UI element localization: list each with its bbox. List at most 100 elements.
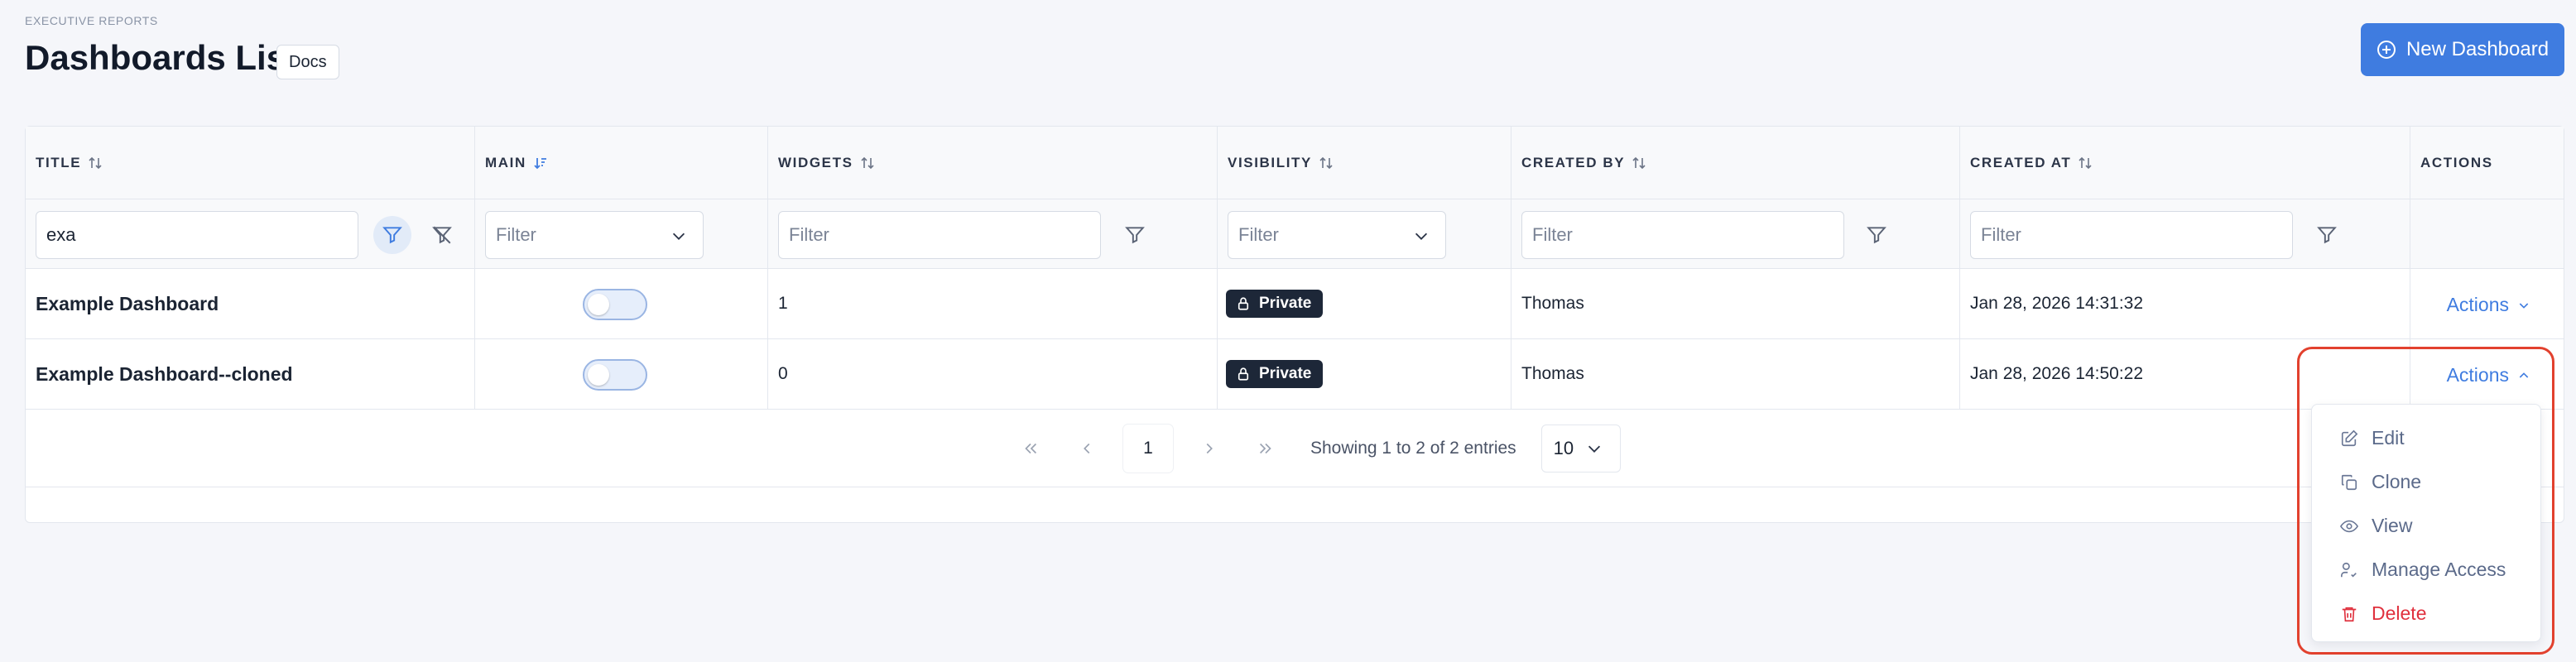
visibility-filter-select[interactable]: Filter [1228,211,1446,259]
table-row: Example Dashboard--cloned 0 Private Thom… [26,339,2564,410]
created-by-filter-button[interactable] [1858,216,1896,254]
new-dashboard-button[interactable]: New Dashboard [2361,23,2564,76]
created-at-value: Jan 28, 2026 14:50:22 [1970,364,2144,383]
main-filter-select[interactable]: Filter [485,211,704,259]
menu-item-label: Delete [2372,602,2427,624]
dashboard-title[interactable]: Example Dashboard--cloned [26,363,293,386]
menu-item-delete[interactable]: Delete [2312,592,2540,636]
created-at-filter-cell: Filter [1960,199,2410,268]
created-by-value: Thomas [1521,294,1584,313]
edit-icon [2341,429,2358,446]
chevron-down-icon [2519,302,2529,309]
created-by-filter-input[interactable]: Filter [1521,211,1844,259]
page-size-value: 10 [1553,438,1574,458]
menu-item-clone[interactable]: Clone [2312,460,2540,504]
column-header-created-by[interactable]: CREATED BY [1511,127,1960,199]
lock-icon [1238,367,1249,381]
trash-icon [2342,607,2357,621]
widgets-cell: 1 [768,269,1218,338]
visibility-label: Private [1259,295,1312,312]
created-by-filter-cell: Filter [1511,199,1960,268]
page-size-select[interactable]: 10 [1540,425,1621,473]
created-at-filter-button[interactable] [2308,216,2346,254]
table-header-row: TITLE MAIN WIDGETS VISIBILITY CREATED BY [26,127,2564,199]
copy-icon [2341,474,2357,490]
main-toggle[interactable] [583,359,647,391]
apply-filter-button[interactable] [373,216,411,254]
chevron-left-icon [1084,443,1090,454]
last-page-button[interactable] [1238,425,1294,473]
widgets-filter-cell: Filter [768,199,1218,268]
widgets-count: 1 [778,294,788,313]
page-number-button[interactable]: 1 [1123,425,1173,473]
page-title: Dashboards List [25,38,298,77]
prev-page-button[interactable] [1059,425,1115,473]
menu-item-edit[interactable]: Edit [2312,416,2540,460]
created-by-cell: Thomas [1511,269,1960,338]
table-row: Example Dashboard 1 Private Thomas Jan 2… [26,269,2564,339]
column-header-widgets[interactable]: WIDGETS [768,127,1218,199]
filter-icon [2317,227,2337,244]
visibility-filter-placeholder: Filter [1238,224,1279,245]
column-title-label: TITLE [36,154,82,170]
plus-circle-icon [2377,41,2396,59]
breadcrumb: EXECUTIVE REPORTS [25,14,158,27]
column-header-title[interactable]: TITLE [26,127,475,199]
created-by-filter-placeholder: Filter [1532,224,1573,245]
created-at-value: Jan 28, 2026 14:31:32 [1970,294,2144,313]
created-by-cell: Thomas [1511,339,1960,409]
visibility-cell: Private [1218,339,1511,409]
main-toggle[interactable] [583,289,647,320]
column-header-main[interactable]: MAIN [475,127,768,199]
created-at-filter-input[interactable]: Filter [1970,211,2293,259]
next-page-button[interactable] [1181,425,1238,473]
pagination-row: 1 Showing 1 to 2 of 2 entries 10 [26,410,2564,487]
main-cell [475,269,768,338]
title-cell: Example Dashboard [26,269,475,338]
dashboards-table: TITLE MAIN WIDGETS VISIBILITY CREATED BY [25,126,2564,523]
menu-item-view[interactable]: View [2312,504,2540,548]
filter-icon [1125,227,1145,244]
docs-button[interactable]: Docs [276,45,339,79]
user-check-icon [2341,562,2357,578]
title-filter-input[interactable]: exa [36,211,358,259]
column-main-label: MAIN [485,154,526,170]
sort-icon [2079,156,2092,169]
sort-icon [89,156,102,169]
chevrons-left-icon [1025,443,1037,454]
actions-dropdown-toggle[interactable]: Actions [2447,294,2530,316]
sort-desc-icon [534,157,546,169]
new-dashboard-label: New Dashboard [2405,38,2550,60]
eye-icon [2340,520,2358,532]
dashboard-title[interactable]: Example Dashboard [26,293,219,315]
menu-item-manage-access[interactable]: Manage Access [2312,548,2540,592]
column-header-visibility[interactable]: VISIBILITY [1218,127,1511,199]
widgets-filter-button[interactable] [1116,216,1154,254]
widgets-filter-input[interactable]: Filter [778,211,1101,259]
chevron-right-icon [1206,443,1213,454]
chevrons-right-icon [1259,443,1271,454]
visibility-badge: Private [1226,290,1324,318]
actions-label: Actions [2446,294,2509,315]
lock-icon [1238,297,1249,310]
clear-filter-button[interactable] [423,216,461,254]
main-cell [475,339,768,409]
sort-icon [1632,156,1646,169]
main-filter-placeholder: Filter [496,224,536,245]
column-header-created-at[interactable]: CREATED AT [1960,127,2410,199]
menu-item-label: Manage Access [2372,559,2506,580]
widgets-cell: 0 [768,339,1218,409]
visibility-filter-cell: Filter [1218,199,1511,268]
first-page-button[interactable] [1002,425,1059,473]
column-created-at-label: CREATED AT [1970,154,2072,170]
widgets-count: 0 [778,364,788,383]
pagination: 1 Showing 1 to 2 of 2 entries 10 [1002,425,1621,473]
widgets-filter-placeholder: Filter [789,224,829,245]
visibility-cell: Private [1218,269,1511,338]
column-widgets-label: WIDGETS [778,154,853,170]
menu-item-label: Edit [2372,427,2405,449]
visibility-label: Private [1259,365,1312,382]
created-at-cell: Jan 28, 2026 14:31:32 [1960,269,2410,338]
chevron-down-icon [1415,233,1428,240]
column-header-actions: ACTIONS [2410,127,2564,199]
